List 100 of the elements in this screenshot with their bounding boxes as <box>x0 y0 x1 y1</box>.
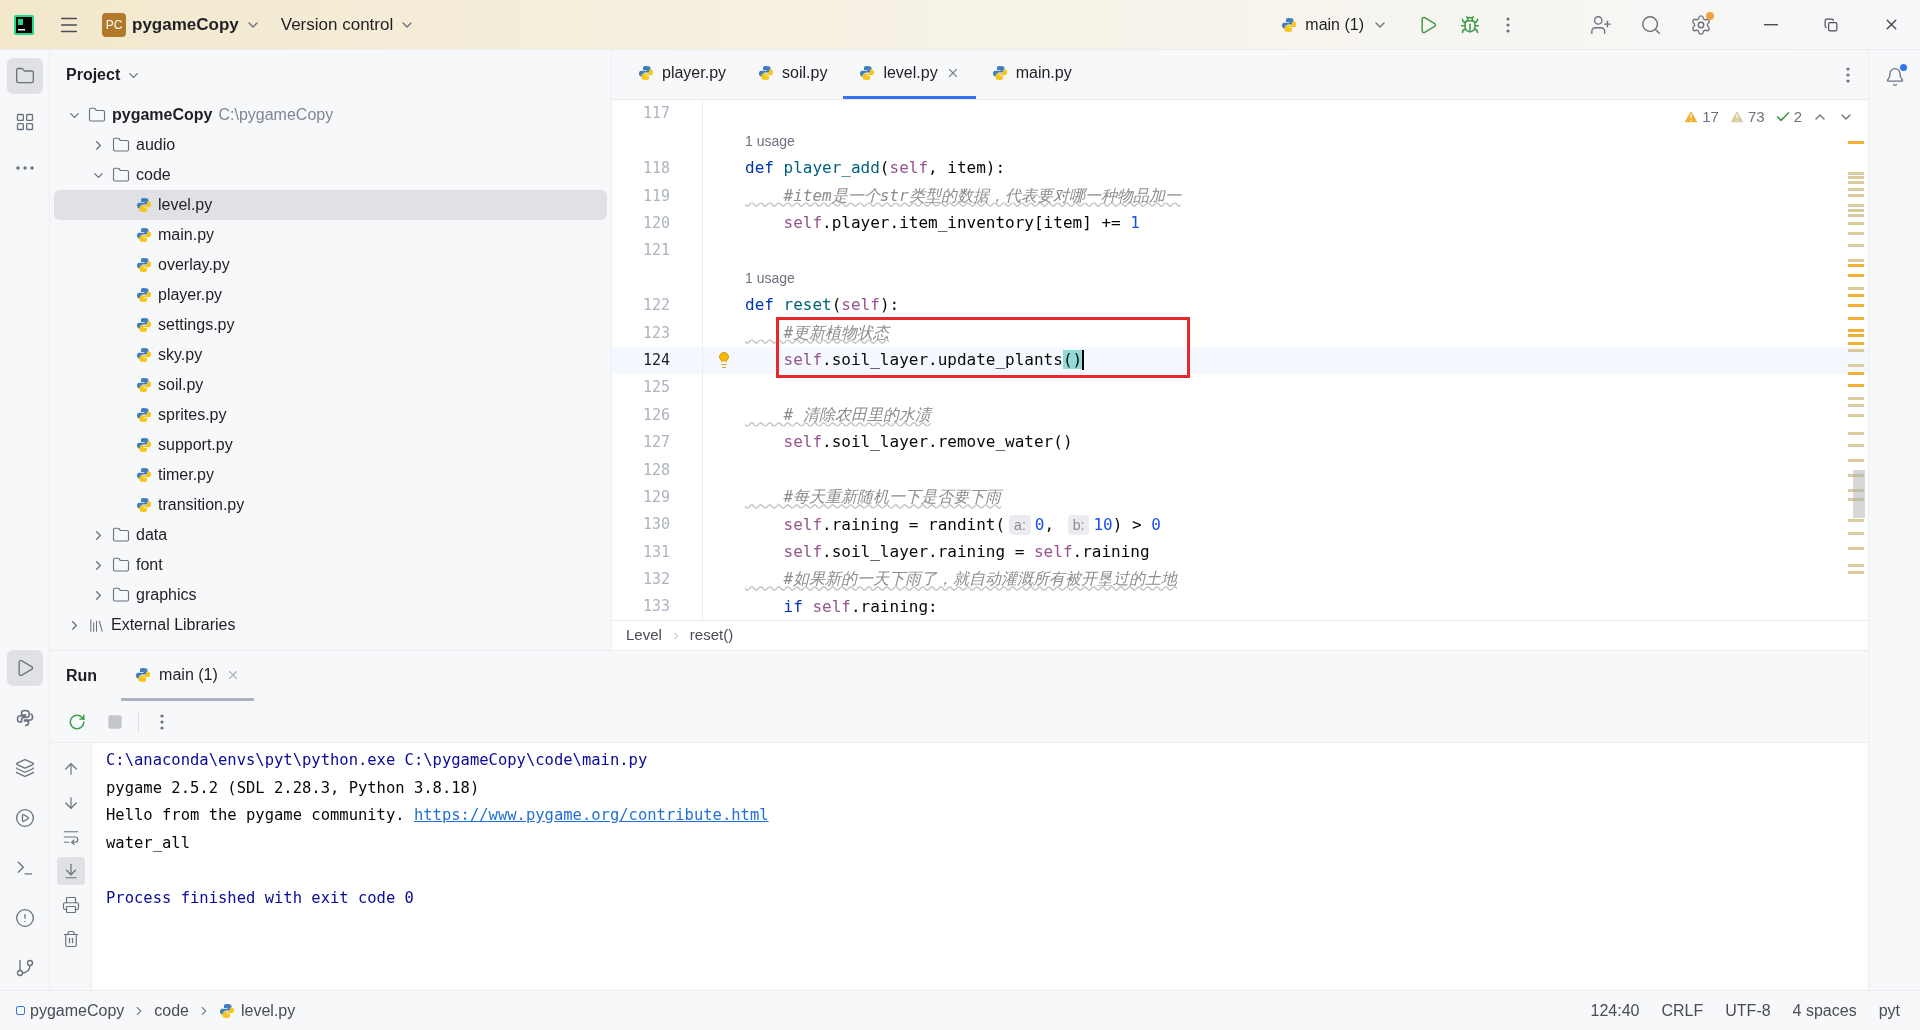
line-number: 118 <box>642 158 670 180</box>
trash-icon <box>61 930 80 948</box>
python-icon <box>859 65 876 81</box>
tree-item-label: soil.py <box>158 375 204 395</box>
breadcrumb[interactable]: reset() <box>689 624 734 647</box>
editor-tab[interactable]: player.py <box>622 50 743 99</box>
stop-icon <box>107 713 123 730</box>
tree-item[interactable]: overlay.py <box>54 250 607 280</box>
project-view-selector[interactable]: Project <box>66 63 142 87</box>
git-branch-icon <box>14 958 35 978</box>
editor-tab[interactable]: level.py <box>843 50 976 99</box>
tree-item[interactable]: audio <box>54 130 607 160</box>
line-number: 130 <box>642 514 670 536</box>
print-icon <box>61 896 80 914</box>
line-number: 123 <box>642 322 670 344</box>
run-panel-title: Run <box>66 666 98 686</box>
code-line: self.soil_layer.raining = self.raining <box>782 540 1150 563</box>
tree-item-label: code <box>136 165 171 185</box>
tree-item[interactable]: External Libraries <box>54 610 607 640</box>
usage-hint[interactable]: 1 usage <box>745 267 795 289</box>
python-icon <box>136 257 152 273</box>
text-caret <box>1082 350 1085 371</box>
python-icon <box>136 407 152 423</box>
project-switcher[interactable]: PC pygameCopy <box>98 7 265 42</box>
folder-icon <box>88 106 106 124</box>
tree-item[interactable]: font <box>54 550 607 580</box>
layers-icon <box>14 758 35 778</box>
code-line: def player_add(self, item): <box>745 157 1006 180</box>
python-icon <box>135 666 152 683</box>
tree-item[interactable]: settings.py <box>54 310 607 340</box>
run-tab[interactable]: main (1) <box>121 651 254 701</box>
status-item[interactable]: pyt <box>1878 998 1900 1023</box>
tree-item[interactable]: data <box>54 520 607 550</box>
line-number: 131 <box>642 541 670 563</box>
line-number: 132 <box>642 569 670 591</box>
path-segment[interactable]: level.py <box>241 998 296 1023</box>
console-line: water_all <box>106 832 190 854</box>
python-icon <box>136 347 152 363</box>
folder-icon <box>14 66 35 86</box>
inspection-counter[interactable]: 73 <box>1728 106 1765 129</box>
line-number: 133 <box>642 596 670 618</box>
project-badge: PC <box>102 12 126 37</box>
tree-item[interactable]: timer.py <box>54 460 607 490</box>
code-line: self.raining = randint( a: 0, b: 10) > 0 <box>782 513 1161 537</box>
code-line: if self.raining: <box>782 595 938 618</box>
line-number: 129 <box>642 486 670 508</box>
tree-item[interactable]: level.py <box>54 190 607 220</box>
line-number: 120 <box>642 213 670 234</box>
python-icon <box>219 1002 235 1019</box>
tree-item[interactable]: code <box>54 160 607 190</box>
tree-item[interactable]: soil.py <box>54 370 607 400</box>
editor-tab[interactable]: soil.py <box>742 50 844 99</box>
folder-icon <box>112 136 130 154</box>
run-icon <box>1418 14 1438 35</box>
inspection-counter[interactable]: 17 <box>1683 106 1719 129</box>
status-item[interactable]: 124:40 <box>1590 998 1640 1023</box>
folder-icon <box>112 556 130 574</box>
line-number: 126 <box>642 404 670 426</box>
code-line: #如果新的一天下雨了，就自动灌溉所有被开垦过的土地 <box>782 568 1178 591</box>
soft-wrap-icon <box>61 828 80 846</box>
tree-item-label: data <box>136 525 168 545</box>
tree-item[interactable]: transition.py <box>54 490 607 520</box>
search-icon <box>1640 13 1662 36</box>
tree-item[interactable]: sky.py <box>54 340 607 370</box>
tree-item[interactable]: main.py <box>54 220 607 250</box>
tree-item[interactable]: graphics <box>54 580 607 610</box>
tool-window-button[interactable] <box>6 58 43 94</box>
tree-item[interactable]: sprites.py <box>54 400 607 430</box>
breadcrumb[interactable]: Level <box>626 624 662 647</box>
inspection-counter[interactable]: 2 <box>1774 106 1802 129</box>
status-item[interactable]: 4 spaces <box>1792 998 1857 1023</box>
tree-item-label: sky.py <box>158 345 203 365</box>
tree-item[interactable]: pygameCopy C:\pygameCopy <box>54 100 607 130</box>
tool-window-button[interactable] <box>6 650 43 686</box>
problems-icon <box>14 908 35 928</box>
console-line: pygame 2.5.2 (SDL 2.28.3, Python 3.8.18) <box>106 777 480 799</box>
python-console-icon <box>14 708 35 728</box>
rerun-icon <box>68 712 86 731</box>
version-control-menu[interactable]: Version control <box>276 7 420 42</box>
path-segment[interactable]: pygameCopy <box>30 998 125 1023</box>
python-icon <box>991 65 1008 81</box>
console-link[interactable]: https://www.pygame.org/contribute.html <box>413 804 769 828</box>
python-icon <box>136 467 152 483</box>
usage-hint[interactable]: 1 usage <box>745 130 795 152</box>
console-line: Process finished with exit code 0 <box>106 887 414 909</box>
tree-item[interactable]: player.py <box>54 280 607 310</box>
project-name: pygameCopy <box>132 13 239 36</box>
code-line: #item是一个str类型的数据，代表要对哪一种物品加一 <box>782 184 1181 207</box>
tree-item-label: transition.py <box>158 495 245 515</box>
path-segment[interactable]: code <box>154 998 189 1023</box>
console-tool-button[interactable] <box>56 857 85 885</box>
tree-item-label: main.py <box>158 225 215 245</box>
tree-item-label: pygameCopy <box>112 105 213 125</box>
editor-tab[interactable]: main.py <box>975 50 1088 99</box>
status-item[interactable]: CRLF <box>1661 998 1704 1023</box>
run-configuration[interactable]: main (1) <box>1275 7 1394 42</box>
tree-item[interactable]: support.py <box>54 430 607 460</box>
status-item[interactable]: UTF-8 <box>1725 998 1771 1023</box>
folder-icon <box>112 526 130 544</box>
tree-item-label: External Libraries <box>111 615 236 635</box>
